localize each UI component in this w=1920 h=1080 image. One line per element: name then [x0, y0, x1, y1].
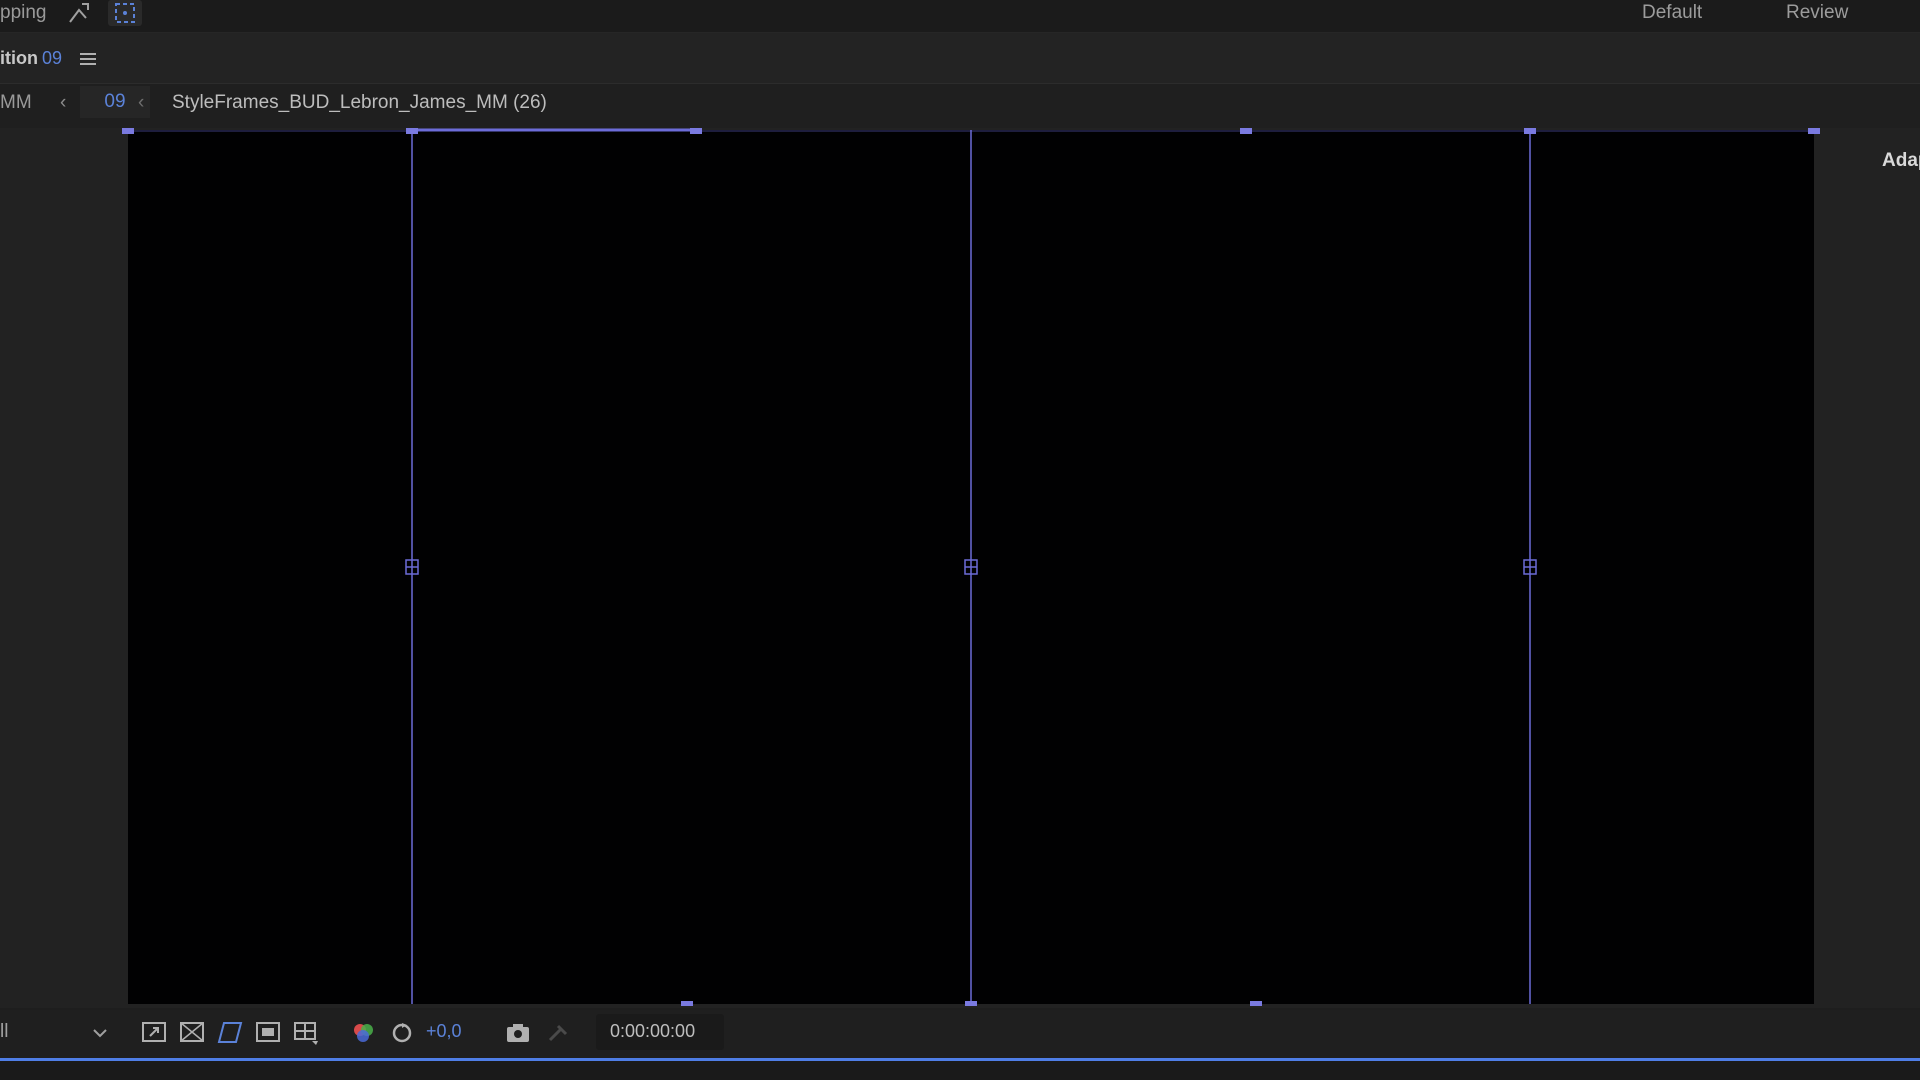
snap-target-icon: [115, 3, 135, 23]
reset-exposure-icon[interactable]: [388, 1020, 416, 1046]
timecode-label: 0:00:00:00: [610, 1021, 696, 1041]
snap-to-features-button[interactable]: [108, 0, 142, 26]
camera-snapshot-icon[interactable]: [504, 1020, 532, 1046]
timeline-panel-edge: [0, 1061, 1920, 1080]
breadcrumb-item-composition[interactable]: StyleFrames_BUD_Lebron_James_MM (26): [172, 92, 547, 114]
snapping-label: pping: [0, 2, 47, 23]
mask-path-visibility-icon[interactable]: [216, 1020, 244, 1046]
panel-title[interactable]: ition: [0, 48, 38, 69]
composition-panel-header: [0, 33, 1920, 84]
workspace-default-tab[interactable]: Default: [1642, 2, 1702, 24]
top-toolbar: [0, 0, 1920, 33]
fast-previews-icon[interactable]: [140, 1020, 168, 1046]
chevron-left-icon[interactable]: ‹: [60, 92, 66, 114]
transparency-grid-icon[interactable]: [178, 1020, 206, 1046]
viewer-bottom-toolbar: [0, 1010, 1920, 1058]
chevron-down-icon[interactable]: [90, 1026, 110, 1040]
grid-guides-icon[interactable]: [292, 1020, 320, 1046]
workspace-review-tab[interactable]: Review: [1786, 2, 1848, 24]
resolution-dropdown[interactable]: ll: [0, 1021, 8, 1043]
panel-composition-number[interactable]: 09: [42, 48, 62, 69]
color-channels-icon[interactable]: [350, 1020, 378, 1046]
show-snapshot-icon[interactable]: [544, 1020, 572, 1046]
right-panel-label: Adap: [1882, 150, 1920, 171]
hamburger-menu-icon[interactable]: [80, 52, 96, 66]
chevron-left-icon[interactable]: ‹: [138, 92, 144, 114]
exposure-value[interactable]: +0,0: [426, 1021, 462, 1042]
snapping-icon[interactable]: [66, 0, 92, 26]
composition-canvas[interactable]: [128, 130, 1814, 1004]
region-of-interest-icon[interactable]: [254, 1020, 282, 1046]
breadcrumb-item-mm[interactable]: MM: [0, 92, 32, 114]
